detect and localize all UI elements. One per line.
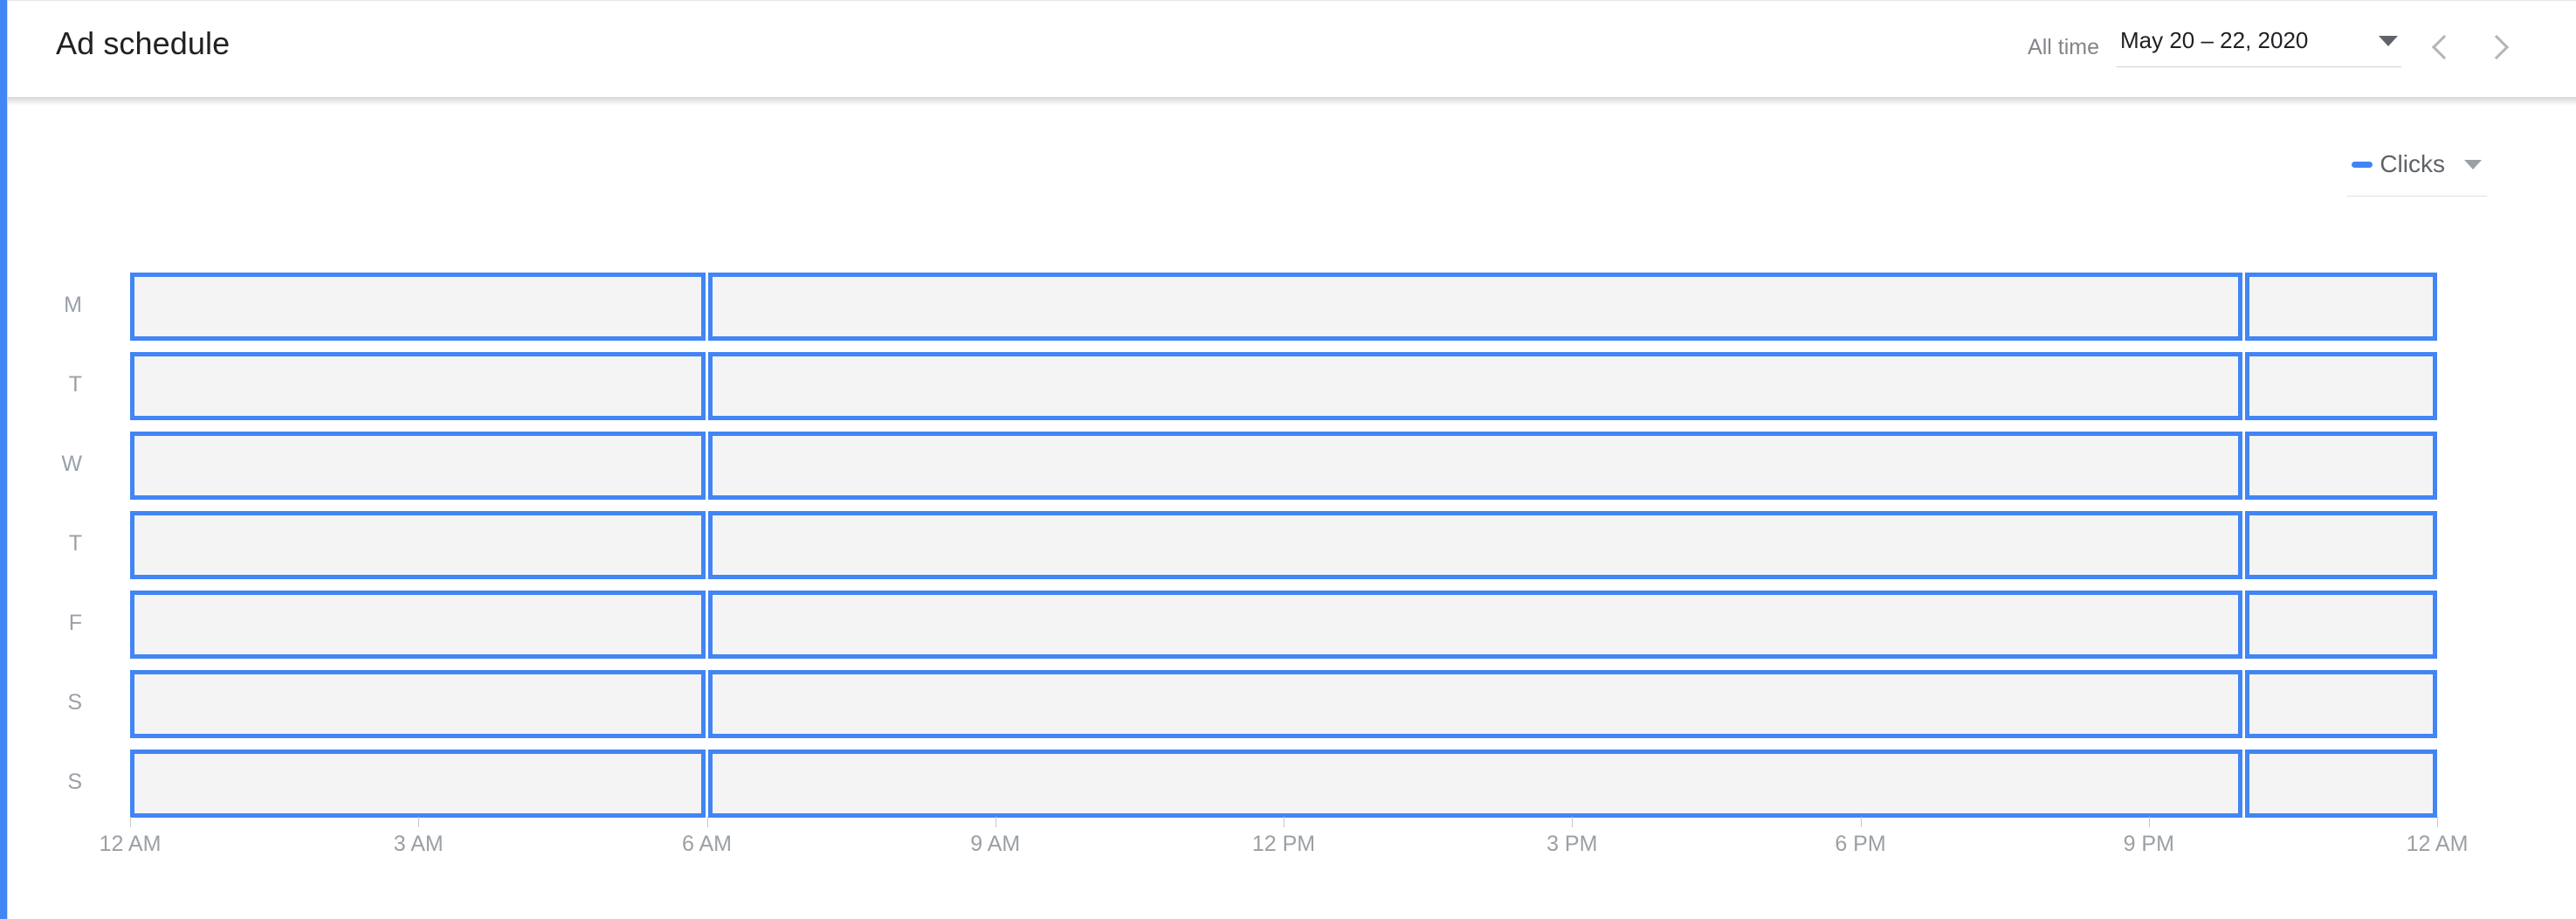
date-range-value: May 20 – 22, 2020 xyxy=(2120,27,2309,53)
schedule-segment[interactable] xyxy=(708,432,2243,500)
x-axis-tick xyxy=(2148,817,2150,827)
header-shadow xyxy=(8,97,2576,106)
x-axis-label: 3 AM xyxy=(393,832,444,856)
schedule-bar-row xyxy=(130,750,2437,818)
schedule-bar-row xyxy=(130,432,2437,500)
ad-schedule-chart-panel: Clicks M T W T F S S 12 AM 3 AM 6 AM 9 AM 12 PM 3 PM… xyxy=(8,98,2576,919)
x-axis-label: 9 AM xyxy=(970,832,1021,856)
schedule-segment[interactable] xyxy=(130,670,706,738)
chevron-right-icon[interactable] xyxy=(2478,21,2518,73)
schedule-bar-row xyxy=(130,273,2437,341)
schedule-segment[interactable] xyxy=(708,273,2243,341)
schedule-segment[interactable] xyxy=(130,432,706,500)
x-axis-tick xyxy=(418,817,420,827)
ad-schedule-plot: M T W T F S S 12 AM 3 AM 6 AM 9 AM 12 PM 3 PM 6 PM 9 P… xyxy=(8,98,2576,919)
schedule-bar-row xyxy=(130,511,2437,579)
left-accent-stripe xyxy=(0,0,7,919)
schedule-segment[interactable] xyxy=(2245,511,2437,579)
x-axis-tick xyxy=(1860,817,1862,827)
schedule-segment[interactable] xyxy=(2245,432,2437,500)
x-axis-label: 6 AM xyxy=(682,832,732,856)
schedule-segment[interactable] xyxy=(2245,273,2437,341)
date-range-picker[interactable]: May 20 – 22, 2020 xyxy=(2117,27,2401,67)
schedule-bar-row xyxy=(130,591,2437,659)
day-axis-label: T xyxy=(68,372,82,397)
x-axis-label: 6 PM xyxy=(1835,832,1886,856)
day-axis-label: W xyxy=(61,452,82,476)
day-axis-label: S xyxy=(67,770,82,794)
schedule-bar-row xyxy=(130,670,2437,738)
day-axis-label: T xyxy=(68,531,82,556)
schedule-segment[interactable] xyxy=(708,670,2243,738)
schedule-segment[interactable] xyxy=(2245,352,2437,420)
x-axis-tick xyxy=(995,817,996,827)
x-axis-tick xyxy=(1572,817,1574,827)
schedule-segment[interactable] xyxy=(130,591,706,659)
chevron-down-icon xyxy=(2379,35,2398,46)
page-title: Ad schedule xyxy=(56,25,231,61)
schedule-bar-row xyxy=(130,352,2437,420)
x-axis-tick xyxy=(1284,817,1285,827)
schedule-segment[interactable] xyxy=(130,352,706,420)
schedule-segment[interactable] xyxy=(2245,670,2437,738)
date-range-control: All time May 20 – 22, 2020 xyxy=(2028,20,2518,74)
schedule-segment[interactable] xyxy=(708,511,2243,579)
x-axis-tick xyxy=(130,817,131,827)
page-header: Ad schedule All time May 20 – 22, 2020 xyxy=(8,0,2576,97)
left-edge-divider xyxy=(7,0,8,919)
day-axis-label: M xyxy=(64,293,82,317)
schedule-segment[interactable] xyxy=(2245,750,2437,818)
day-axis-label: F xyxy=(68,611,82,635)
schedule-segment[interactable] xyxy=(130,750,706,818)
schedule-segment[interactable] xyxy=(2245,591,2437,659)
x-axis-tick xyxy=(706,817,708,827)
x-axis-label: 3 PM xyxy=(1546,832,1598,856)
x-axis-label: 12 AM xyxy=(2406,832,2469,856)
schedule-segment[interactable] xyxy=(708,591,2243,659)
x-axis-label: 12 PM xyxy=(1251,832,1316,856)
x-axis-label: 9 PM xyxy=(2123,832,2174,856)
schedule-segment[interactable] xyxy=(130,273,706,341)
schedule-segment[interactable] xyxy=(130,511,706,579)
schedule-segment[interactable] xyxy=(708,750,2243,818)
chevron-left-icon[interactable] xyxy=(2422,21,2462,73)
schedule-segment[interactable] xyxy=(708,352,2243,420)
all-time-label: All time xyxy=(2028,34,2099,59)
x-axis-label: 12 AM xyxy=(99,832,162,856)
x-axis-tick xyxy=(2437,817,2438,827)
day-axis-label: S xyxy=(67,690,82,715)
